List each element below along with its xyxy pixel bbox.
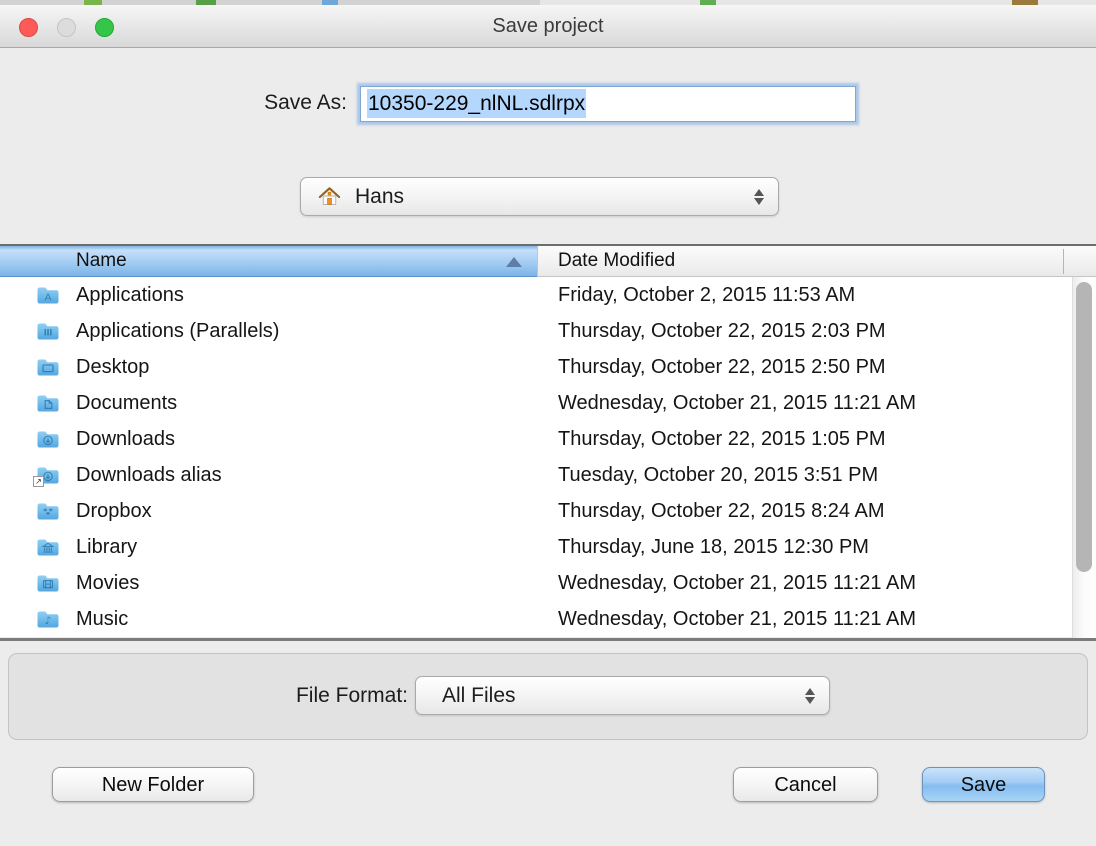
- list-bottom-divider: [0, 638, 1096, 641]
- file-name: Desktop: [76, 349, 149, 385]
- file-name: Music: [76, 601, 128, 637]
- file-date: Wednesday, October 21, 2015 11:21 AM: [558, 601, 916, 637]
- file-name: Downloads: [76, 421, 175, 457]
- file-row[interactable]: ↗ Documents Wednesday, October 21, 2015 …: [0, 385, 1096, 421]
- titlebar: Save project: [0, 5, 1096, 48]
- file-name: Applications: [76, 277, 184, 313]
- close-button[interactable]: [19, 18, 38, 37]
- filename-input[interactable]: 10350-229_nlNL.sdlrpx: [360, 86, 856, 122]
- save-as-label: Save As:: [0, 91, 347, 115]
- file-name: Applications (Parallels): [76, 313, 279, 349]
- home-icon: [317, 184, 342, 209]
- file-date: Thursday, October 22, 2015 2:03 PM: [558, 313, 886, 349]
- selected-filename-text: 10350-229_nlNL.sdlrpx: [367, 89, 586, 118]
- documents-folder-icon: ↗: [36, 392, 60, 413]
- file-date: Thursday, October 22, 2015 1:05 PM: [558, 421, 886, 457]
- minimize-button: [57, 18, 76, 37]
- list-header: Name Date Modified: [0, 246, 1096, 277]
- header-divider: [1063, 249, 1064, 274]
- music-folder-icon: ↗: [36, 608, 60, 629]
- alias-arrow-badge: ↗: [33, 476, 44, 487]
- downloads-folder-icon: ↗: [36, 464, 60, 485]
- file-name: Dropbox: [76, 493, 152, 529]
- file-date: Friday, October 2, 2015 11:53 AM: [558, 277, 855, 313]
- file-name: Documents: [76, 385, 177, 421]
- parallels-folder-icon: ↗: [36, 320, 60, 341]
- library-folder-icon: ↗: [36, 536, 60, 557]
- new-folder-button[interactable]: New Folder: [52, 767, 254, 802]
- file-date: Wednesday, October 21, 2015 11:21 AM: [558, 385, 916, 421]
- file-date: Tuesday, October 20, 2015 3:51 PM: [558, 457, 878, 493]
- vertical-scrollbar[interactable]: [1072, 277, 1096, 638]
- file-row[interactable]: ↗ Movies Wednesday, October 21, 2015 11:…: [0, 565, 1096, 601]
- column-header-date-modified[interactable]: Date Modified: [537, 246, 1096, 277]
- column-header-date-label: Date Modified: [558, 246, 675, 276]
- file-format-popup[interactable]: All Files: [415, 676, 830, 715]
- column-header-name[interactable]: Name: [0, 246, 537, 277]
- scrollbar-thumb[interactable]: [1076, 282, 1092, 572]
- file-name: Movies: [76, 565, 139, 601]
- save-dialog-window: Save project Save As: 10350-229_nlNL.sdl…: [0, 0, 1096, 846]
- file-row[interactable]: ↗ Applications Friday, October 2, 2015 1…: [0, 277, 1096, 313]
- applications-folder-icon: ↗: [36, 284, 60, 305]
- cancel-button[interactable]: Cancel: [733, 767, 878, 802]
- location-popup[interactable]: Hans: [300, 177, 779, 216]
- downloads-folder-icon: ↗: [36, 428, 60, 449]
- location-popup-value: Hans: [355, 178, 404, 215]
- file-name: Library: [76, 529, 137, 565]
- file-date: Wednesday, October 21, 2015 11:21 AM: [558, 565, 916, 601]
- file-row[interactable]: ↗ Dropbox Thursday, October 22, 2015 8:2…: [0, 493, 1096, 529]
- popup-stepper-icon: [805, 687, 816, 705]
- file-date: Thursday, October 22, 2015 2:50 PM: [558, 349, 886, 385]
- file-name: Downloads alias: [76, 457, 222, 493]
- file-row[interactable]: ↗ Downloads Thursday, October 22, 2015 1…: [0, 421, 1096, 457]
- save-button[interactable]: Save: [922, 767, 1045, 802]
- popup-stepper-icon: [754, 188, 765, 206]
- file-format-value: All Files: [442, 677, 516, 714]
- zoom-button[interactable]: [95, 18, 114, 37]
- dropbox-folder-icon: ↗: [36, 500, 60, 521]
- file-row[interactable]: ↗ Library Thursday, June 18, 2015 12:30 …: [0, 529, 1096, 565]
- desktop-folder-icon: ↗: [36, 356, 60, 377]
- movies-folder-icon: ↗: [36, 572, 60, 593]
- file-row[interactable]: ↗ Music Wednesday, October 21, 2015 11:2…: [0, 601, 1096, 637]
- file-date: Thursday, October 22, 2015 8:24 AM: [558, 493, 884, 529]
- file-row[interactable]: ↗ Desktop Thursday, October 22, 2015 2:5…: [0, 349, 1096, 385]
- file-list: ↗ Applications Friday, October 2, 2015 1…: [0, 277, 1096, 637]
- column-header-name-label: Name: [76, 246, 127, 276]
- file-date: Thursday, June 18, 2015 12:30 PM: [558, 529, 869, 565]
- file-row[interactable]: ↗ Applications (Parallels) Thursday, Oct…: [0, 313, 1096, 349]
- window-title: Save project: [0, 5, 1096, 47]
- file-format-label: File Format:: [0, 684, 408, 708]
- sort-ascending-icon: [506, 257, 522, 267]
- file-row[interactable]: ↗ Downloads alias Tuesday, October 20, 2…: [0, 457, 1096, 493]
